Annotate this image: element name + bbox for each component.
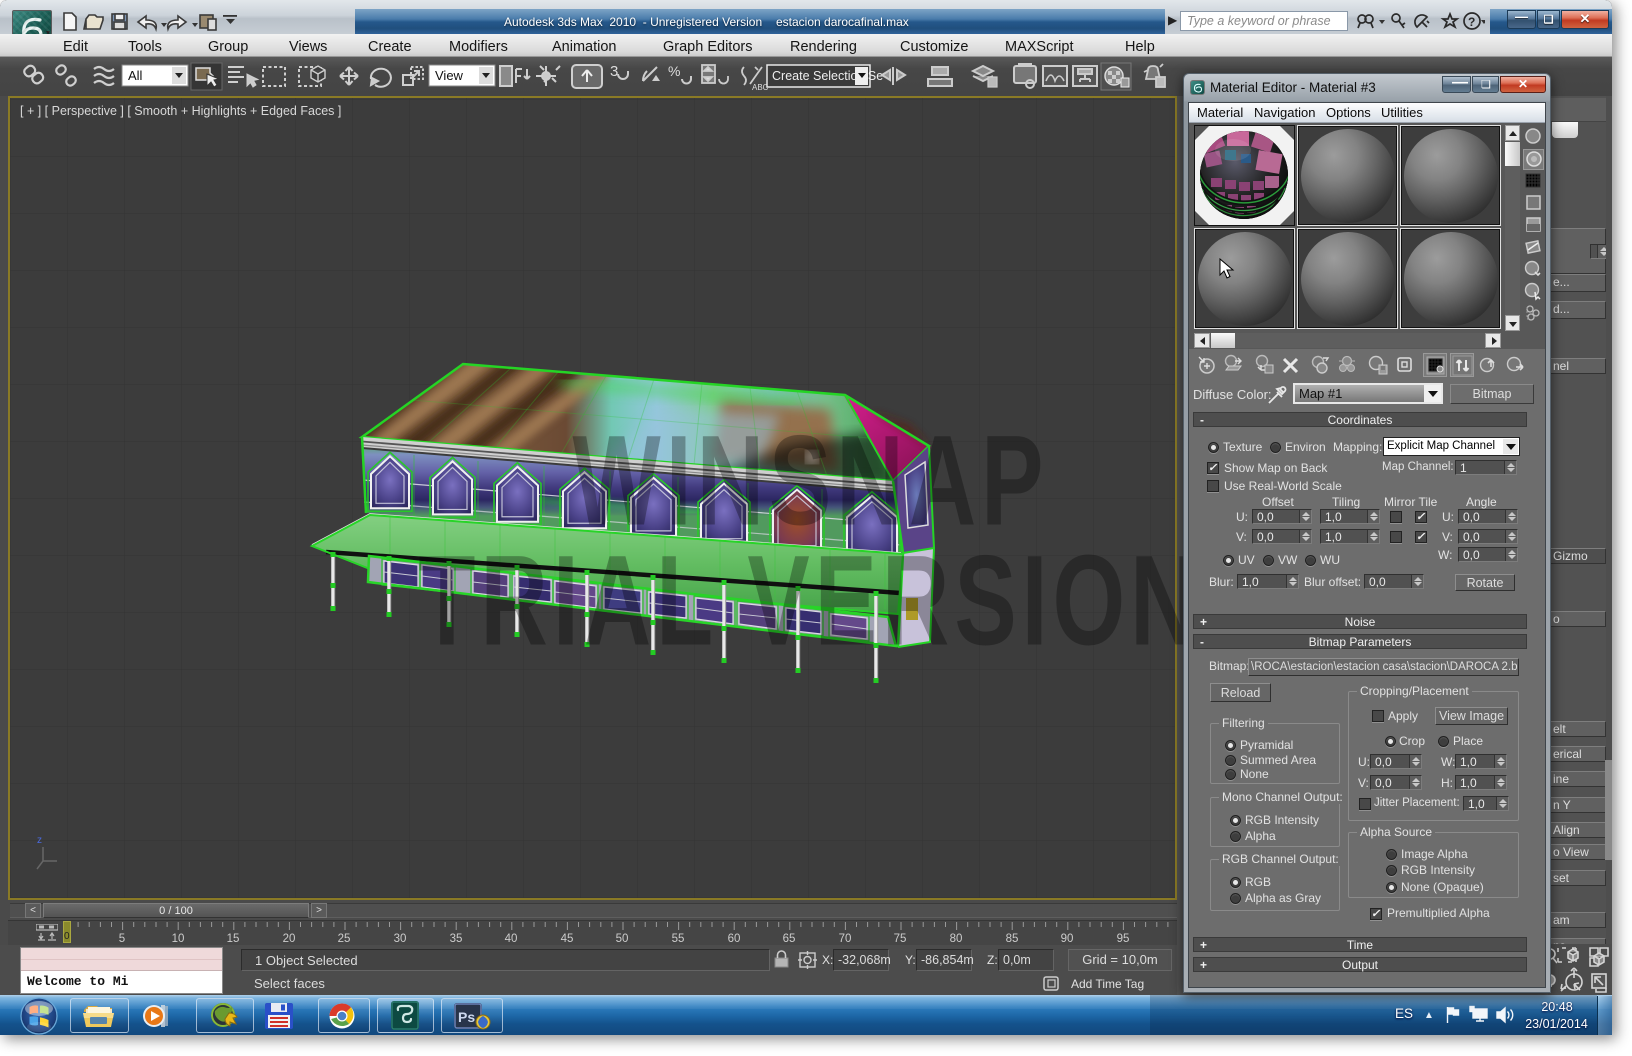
svg-text:35: 35 [450, 933, 463, 945]
svg-text:25: 25 [338, 933, 351, 945]
svg-text:75: 75 [894, 933, 907, 945]
svg-text:85: 85 [1006, 933, 1019, 945]
svg-text:60: 60 [728, 933, 741, 945]
svg-text:70: 70 [839, 933, 852, 945]
svg-text:?: ? [1468, 15, 1475, 29]
svg-text:10: 10 [172, 933, 185, 945]
svg-text:30: 30 [394, 933, 407, 945]
svg-text:ABC: ABC [752, 83, 769, 92]
svg-text:%: % [668, 63, 680, 79]
svg-text:65: 65 [783, 933, 796, 945]
svg-text:3: 3 [610, 63, 618, 80]
svg-text:80: 80 [950, 933, 963, 945]
svg-text:50: 50 [616, 933, 629, 945]
svg-text:15: 15 [227, 933, 240, 945]
svg-text:45: 45 [561, 933, 574, 945]
svg-text:95: 95 [1117, 933, 1130, 945]
svg-text:40: 40 [505, 933, 518, 945]
svg-text:All: All [128, 68, 143, 83]
svg-text:90: 90 [1061, 933, 1074, 945]
svg-text:20: 20 [283, 933, 296, 945]
svg-text:55: 55 [672, 933, 685, 945]
svg-text:5: 5 [119, 933, 125, 945]
svg-text:Ps: Ps [458, 1009, 475, 1025]
svg-text:View: View [435, 68, 464, 83]
